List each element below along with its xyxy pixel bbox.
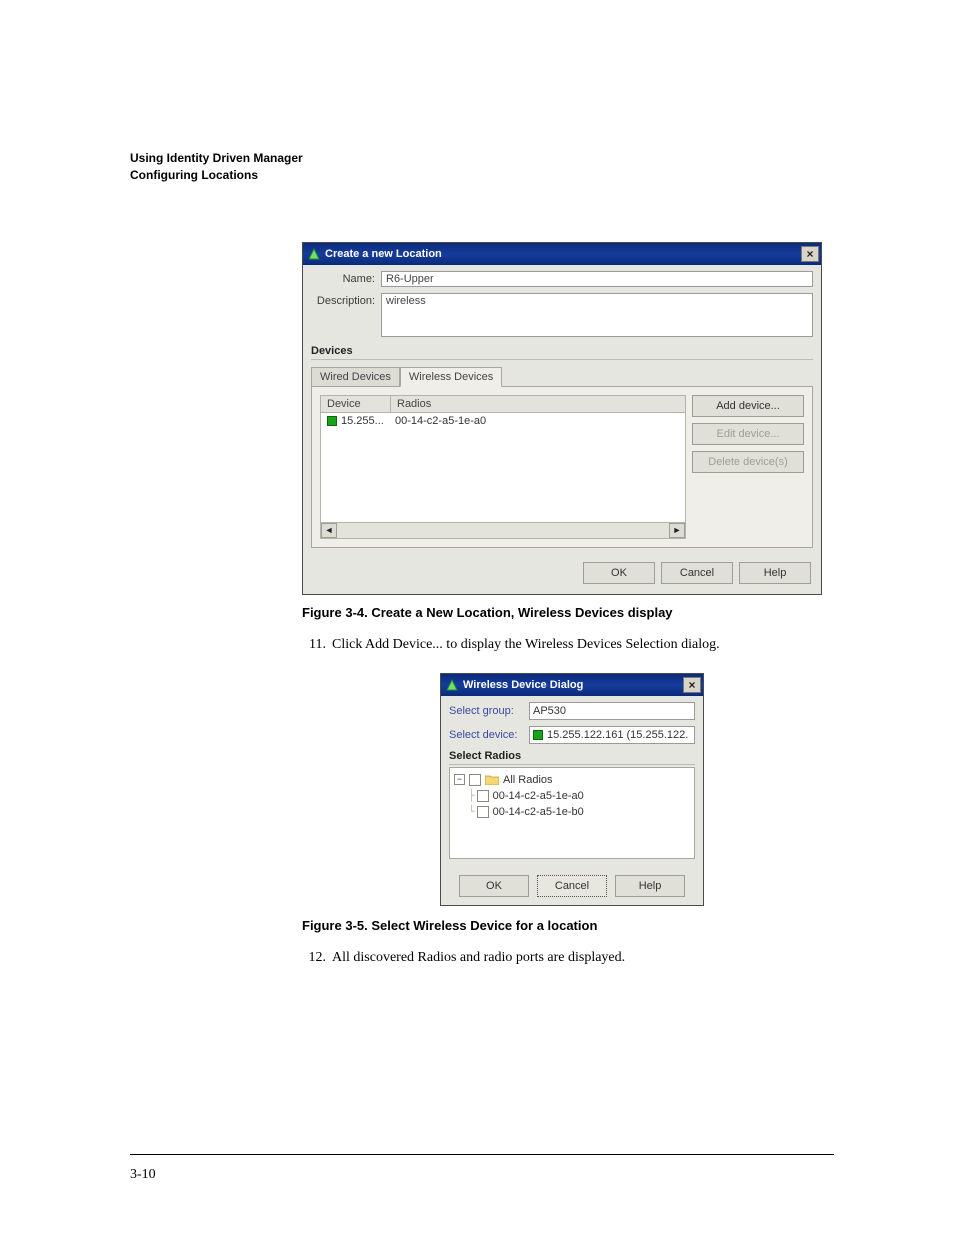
devices-list-header: Device Radios bbox=[320, 395, 686, 413]
description-label: Description: bbox=[311, 293, 381, 307]
device-status-icon bbox=[327, 416, 337, 426]
select-group-label: Select group: bbox=[449, 705, 529, 717]
ok-button[interactable]: OK bbox=[459, 875, 529, 897]
dialog-title: Create a new Location bbox=[325, 248, 801, 260]
footer-rule bbox=[130, 1154, 834, 1155]
dialog2-title: Wireless Device Dialog bbox=[463, 679, 683, 691]
devices-heading: Devices bbox=[311, 345, 813, 360]
close-button[interactable]: × bbox=[801, 246, 819, 262]
tree-root-node[interactable]: − All Radios bbox=[454, 772, 690, 788]
tree-connector: └ bbox=[468, 805, 475, 818]
page-number: 3-10 bbox=[130, 1167, 156, 1183]
devices-tabstrip: Wired Devices Wireless Devices bbox=[311, 364, 813, 386]
step-number: 11. bbox=[302, 634, 326, 655]
scroll-track[interactable] bbox=[337, 523, 669, 538]
tab-wired-devices[interactable]: Wired Devices bbox=[311, 367, 400, 386]
create-location-dialog: Create a new Location × Name: Descriptio… bbox=[302, 242, 822, 595]
description-input[interactable] bbox=[381, 293, 813, 337]
step-text: All discovered Radios and radio ports ar… bbox=[332, 947, 625, 968]
tree-child-label: 00-14-c2-a5-1e-b0 bbox=[493, 806, 584, 818]
edit-device-button: Edit device... bbox=[692, 423, 804, 445]
cancel-button[interactable]: Cancel bbox=[661, 562, 733, 584]
step-number: 12. bbox=[302, 947, 326, 968]
header-line-2: Configuring Locations bbox=[130, 167, 834, 184]
scroll-right-button[interactable]: ► bbox=[669, 523, 685, 538]
cell-device: 15.255... bbox=[341, 415, 395, 427]
col-header-radios[interactable]: Radios bbox=[391, 396, 685, 412]
select-group-value: AP530 bbox=[533, 705, 566, 717]
select-device-dropdown[interactable]: 15.255.122.161 (15.255.122. bbox=[529, 726, 695, 744]
figure-caption-3-5: Figure 3-5. Select Wireless Device for a… bbox=[302, 918, 842, 933]
table-row[interactable]: 15.255... 00-14-c2-a5-1e-a0 bbox=[321, 413, 685, 429]
select-group-dropdown[interactable]: AP530 bbox=[529, 702, 695, 720]
scroll-left-button[interactable]: ◄ bbox=[321, 523, 337, 538]
folder-icon bbox=[485, 774, 499, 785]
app-icon bbox=[307, 247, 321, 261]
delete-device-button: Delete device(s) bbox=[692, 451, 804, 473]
name-label: Name: bbox=[311, 271, 381, 285]
tree-child-label: 00-14-c2-a5-1e-a0 bbox=[493, 790, 584, 802]
devices-list: Device Radios 15.255... 00-14-c2-a5-1e-a… bbox=[320, 395, 686, 539]
close-icon: × bbox=[806, 248, 813, 260]
horizontal-scrollbar[interactable]: ◄ ► bbox=[320, 523, 686, 539]
device-status-icon bbox=[533, 730, 543, 740]
tree-connector: ├ bbox=[468, 789, 475, 802]
devices-list-body[interactable]: 15.255... 00-14-c2-a5-1e-a0 bbox=[320, 413, 686, 523]
name-input[interactable] bbox=[381, 271, 813, 287]
radios-tree[interactable]: − All Radios ├ 00-14-c2-a5-1e-a0 bbox=[449, 767, 695, 859]
cancel-button[interactable]: Cancel bbox=[537, 875, 607, 897]
checkbox[interactable] bbox=[477, 790, 489, 802]
close-icon: × bbox=[688, 679, 695, 691]
close-button[interactable]: × bbox=[683, 677, 701, 693]
figure-caption-3-4: Figure 3-4. Create a New Location, Wirel… bbox=[302, 605, 842, 620]
wireless-devices-panel: Device Radios 15.255... 00-14-c2-a5-1e-a… bbox=[311, 386, 813, 548]
expand-collapse-icon[interactable]: − bbox=[454, 774, 465, 785]
header-line-1: Using Identity Driven Manager bbox=[130, 150, 834, 167]
tab-wireless-devices[interactable]: Wireless Devices bbox=[400, 367, 502, 387]
tree-child-node[interactable]: └ 00-14-c2-a5-1e-b0 bbox=[454, 804, 690, 820]
help-button[interactable]: Help bbox=[739, 562, 811, 584]
wireless-device-dialog: Wireless Device Dialog × Select group: A… bbox=[440, 673, 704, 906]
add-device-button[interactable]: Add device... bbox=[692, 395, 804, 417]
checkbox[interactable] bbox=[477, 806, 489, 818]
running-header: Using Identity Driven Manager Configurin… bbox=[130, 150, 834, 184]
cell-radios: 00-14-c2-a5-1e-a0 bbox=[395, 415, 685, 427]
ok-button[interactable]: OK bbox=[583, 562, 655, 584]
select-radios-heading: Select Radios bbox=[449, 750, 695, 765]
app-icon bbox=[445, 678, 459, 692]
select-device-value: 15.255.122.161 (15.255.122. bbox=[547, 729, 688, 741]
dialog2-titlebar: Wireless Device Dialog × bbox=[441, 674, 703, 696]
select-device-label: Select device: bbox=[449, 729, 529, 741]
help-button[interactable]: Help bbox=[615, 875, 685, 897]
step-text: Click Add Device... to display the Wirel… bbox=[332, 634, 720, 655]
dialog-titlebar: Create a new Location × bbox=[303, 243, 821, 265]
checkbox[interactable] bbox=[469, 774, 481, 786]
col-header-device[interactable]: Device bbox=[321, 396, 391, 412]
tree-root-label: All Radios bbox=[503, 774, 553, 786]
tree-child-node[interactable]: ├ 00-14-c2-a5-1e-a0 bbox=[454, 788, 690, 804]
